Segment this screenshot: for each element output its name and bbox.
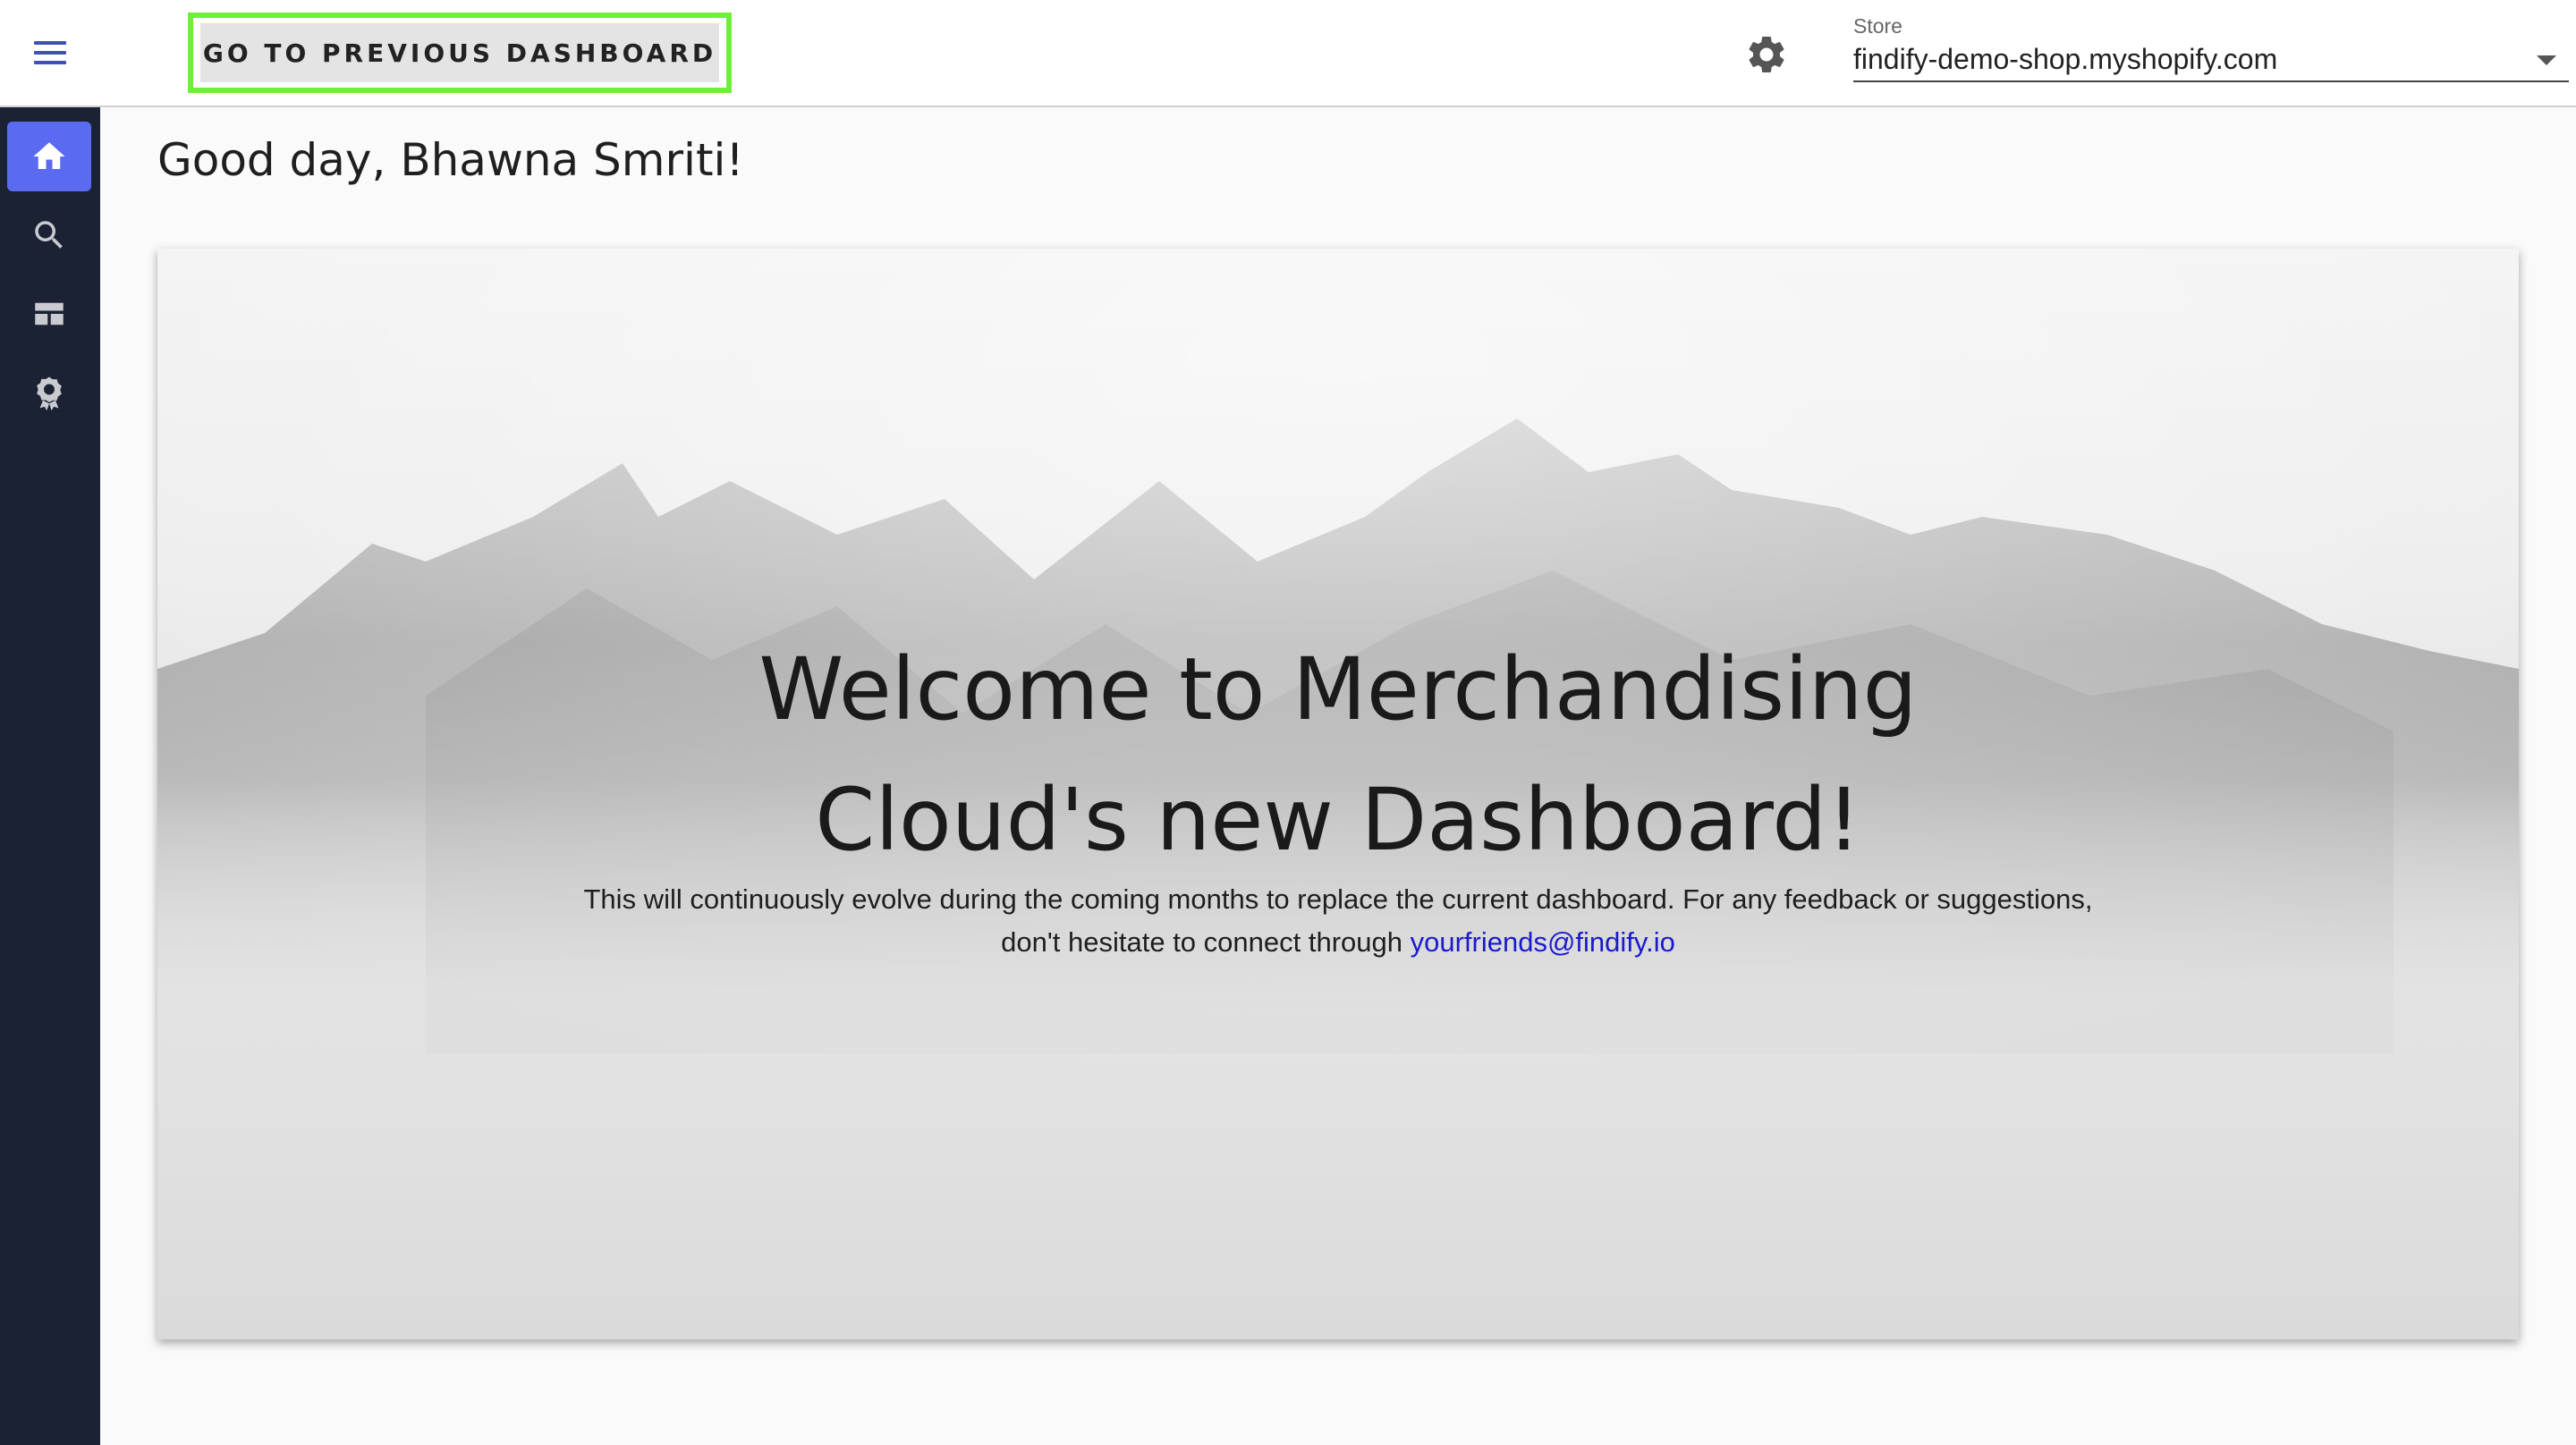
welcome-hero-card: Welcome to Merchandising Cloud's new Das…: [157, 249, 2519, 1339]
search-icon: [35, 221, 63, 249]
hero-description: This will continuously evolve during the…: [578, 878, 2098, 964]
greeting-heading: Good day, Bhawna Smriti!: [157, 134, 744, 186]
sidebar-item-search[interactable]: [7, 200, 91, 270]
hamburger-menu-icon[interactable]: [27, 36, 73, 72]
sidebar-item-award[interactable]: [7, 358, 91, 427]
table-icon: [35, 302, 64, 325]
hero-description-text: This will continuously evolve during the…: [583, 883, 2093, 958]
hero-title-line-2: Cloud's new Dashboard!: [815, 770, 1861, 870]
store-select[interactable]: findify-demo-shop.myshopify.com: [1853, 39, 2569, 82]
award-icon: [37, 376, 62, 411]
sidebar-item-table[interactable]: [7, 279, 91, 349]
top-bar: GO TO PREVIOUS DASHBOARD Store findify-d…: [0, 0, 2576, 107]
sidebar-item-home[interactable]: [7, 122, 91, 191]
go-to-previous-dashboard-button[interactable]: GO TO PREVIOUS DASHBOARD: [188, 13, 732, 93]
hero-title: Welcome to Merchandising Cloud's new Das…: [157, 624, 2519, 885]
store-label: Store: [1853, 14, 1902, 38]
home-icon: [33, 142, 65, 169]
contact-email-link[interactable]: yourfriends@findify.io: [1411, 926, 1675, 958]
go-to-previous-dashboard-label: GO TO PREVIOUS DASHBOARD: [200, 23, 719, 82]
sidebar: [0, 107, 100, 1445]
gear-icon[interactable]: [1744, 32, 1789, 77]
caret-down-icon[interactable]: [2537, 55, 2556, 65]
hero-title-line-1: Welcome to Merchandising: [758, 639, 1918, 739]
store-value: findify-demo-shop.myshopify.com: [1853, 43, 2278, 75]
